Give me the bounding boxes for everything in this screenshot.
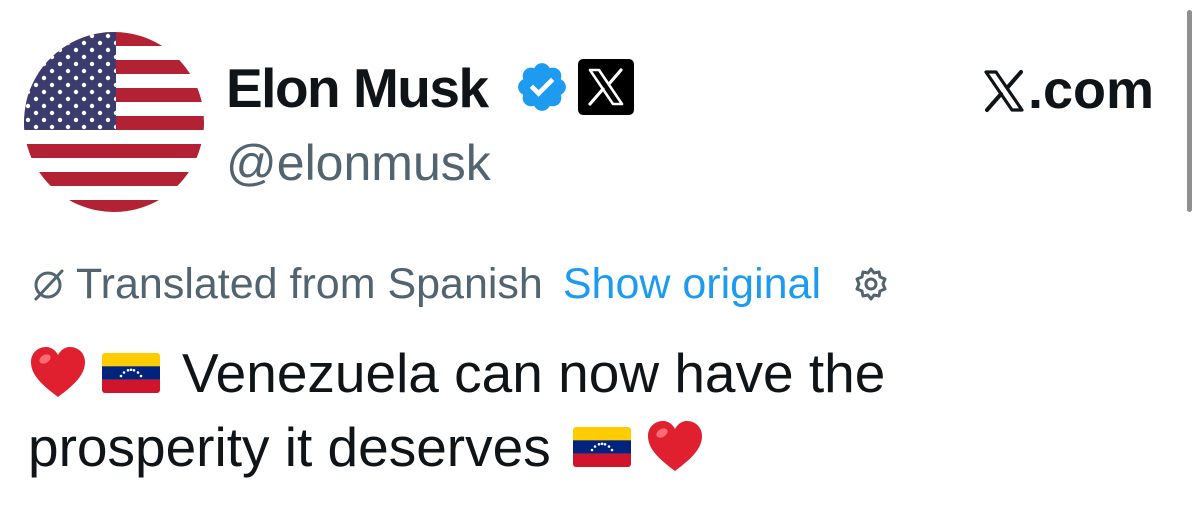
- brand-xcom: .com: [982, 58, 1154, 122]
- x-logo-icon: [984, 70, 1024, 112]
- scrollbar[interactable]: [1187, 10, 1192, 212]
- show-original-link[interactable]: Show original: [563, 260, 821, 309]
- red-heart-icon: [31, 347, 85, 397]
- translated-label: Translated from Spanish: [76, 259, 543, 308]
- gear-icon[interactable]: [851, 264, 891, 304]
- tweet-text: Venezuela can now have the prosperity it…: [28, 336, 1168, 484]
- brand-text: .com: [1027, 60, 1154, 120]
- red-heart-icon: [647, 421, 702, 471]
- x-logo-badge-icon[interactable]: [578, 59, 634, 115]
- verified-badge-icon[interactable]: [514, 59, 570, 115]
- display-name[interactable]: Elon Musk: [226, 56, 489, 120]
- author-handle[interactable]: @elonmusk: [226, 133, 491, 193]
- tweet-line-1-text: Venezuela can now have the: [182, 342, 886, 404]
- tweet-line-1: Venezuela can now have the: [28, 336, 1168, 410]
- translate-icon: [34, 269, 64, 301]
- tweet-line-2-text: prosperity it deserves: [28, 416, 551, 478]
- tweet-line-2: prosperity it deserves: [28, 410, 1168, 484]
- venezuela-flag-icon: [102, 353, 160, 393]
- venezuela-flag-icon: [572, 427, 631, 467]
- translation-bar: Translated from Spanish Show original: [28, 254, 891, 314]
- us-flag-avatar-icon: [24, 32, 204, 212]
- avatar[interactable]: [24, 32, 204, 212]
